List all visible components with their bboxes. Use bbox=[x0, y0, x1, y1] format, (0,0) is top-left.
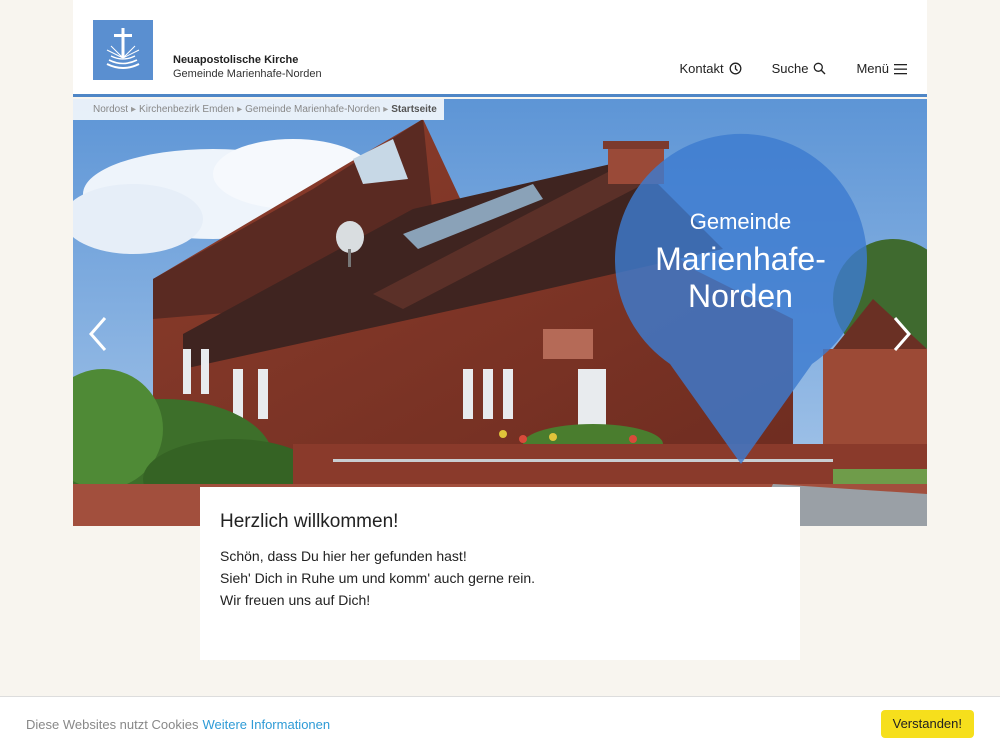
page: Neuapostolische Kirche Gemeinde Marienha… bbox=[73, 0, 927, 750]
cookie-message: Diese Websites nutzt Cookies Weitere Info… bbox=[26, 717, 330, 732]
search-icon bbox=[814, 62, 826, 75]
slider-prev-button[interactable] bbox=[83, 314, 113, 354]
breadcrumb-current: Startseite bbox=[391, 104, 437, 115]
slider-next-button[interactable] bbox=[887, 314, 917, 354]
nav-menu[interactable]: Menü bbox=[856, 61, 907, 76]
welcome-line-1: Schön, dass Du hier her gefunden hast! bbox=[220, 548, 467, 564]
nav-kontakt-label: Kontakt bbox=[679, 61, 724, 76]
cookie-accept-button[interactable]: Verstanden! bbox=[880, 710, 974, 738]
badge-line-1: Gemeinde bbox=[689, 209, 792, 234]
brand-name: Neuapostolische Kirche bbox=[173, 54, 299, 66]
nav-suche[interactable]: Suche bbox=[772, 61, 827, 76]
clock-icon bbox=[729, 62, 742, 75]
hero-slider: Nordost ▸ Kirchenbezirk Emden ▸ Gemeinde Mar… bbox=[73, 99, 927, 526]
cookie-message-text: Diese Websites nutzt Cookies bbox=[26, 717, 199, 732]
nav-suche-label: Suche bbox=[771, 61, 809, 76]
breadcrumb: Nordost ▸ Kirchenbezirk Emden ▸ Gemeinde Mar… bbox=[73, 99, 444, 120]
breadcrumb-item[interactable]: Kirchenbezirk Emden bbox=[139, 104, 234, 115]
breadcrumb-separator-icon: ▸ bbox=[237, 104, 243, 115]
brand-congregation: Gemeinde Marienhafe-Norden bbox=[173, 68, 322, 80]
badge-line-3: Norden bbox=[688, 278, 793, 314]
nav-kontakt[interactable]: Kontakt bbox=[680, 61, 742, 76]
church-logo[interactable] bbox=[93, 20, 153, 80]
chevron-right-icon bbox=[893, 317, 911, 351]
breadcrumb-item[interactable]: Gemeinde Marienhafe-Norden bbox=[245, 104, 380, 115]
cross-logo-icon bbox=[106, 28, 140, 69]
welcome-card: Herzlich willkommen! Schön, dass Du hier… bbox=[200, 487, 800, 660]
brand-text[interactable]: Neuapostolische Kirche Gemeinde Marienha… bbox=[173, 53, 322, 81]
welcome-line-2: Sieh' Dich in Ruhe um und komm' auch ger… bbox=[220, 570, 536, 586]
breadcrumb-separator-icon: ▸ bbox=[383, 104, 389, 115]
breadcrumb-separator-icon: ▸ bbox=[131, 104, 137, 115]
breadcrumb-item[interactable]: Nordost bbox=[93, 104, 128, 115]
nav-menu-label: Menü bbox=[856, 61, 889, 76]
main-nav: Kontakt Suche Menü bbox=[680, 61, 907, 76]
congregation-badge: Gemeinde Marienhafe- Norden bbox=[618, 209, 863, 315]
site-header: Neuapostolische Kirche Gemeinde Marienha… bbox=[73, 0, 927, 97]
cookie-info-link[interactable]: Weitere Informationen bbox=[202, 717, 330, 732]
chevron-left-icon bbox=[89, 317, 107, 351]
cookie-banner: Diese Websites nutzt Cookies Weitere Info… bbox=[0, 696, 1000, 750]
hamburger-icon bbox=[894, 63, 907, 74]
badge-line-2: Marienhafe- bbox=[655, 241, 826, 277]
welcome-title: Herzlich willkommen! bbox=[220, 511, 399, 532]
welcome-line-3: Wir freuen uns auf Dich! bbox=[220, 592, 371, 608]
